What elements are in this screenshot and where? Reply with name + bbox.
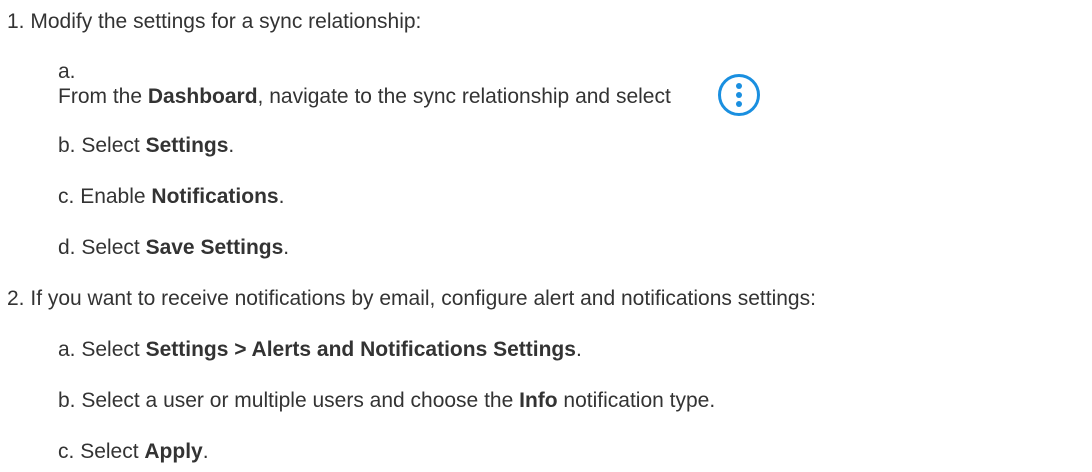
step-2c: c. Select Apply. bbox=[58, 440, 209, 464]
step-1d-pre: Select bbox=[81, 236, 146, 259]
step-1c-pre: Enable bbox=[80, 185, 152, 208]
step-1b-bold: Settings bbox=[145, 134, 229, 157]
step-2c-pre: Select bbox=[80, 440, 145, 463]
substep-marker: a. bbox=[58, 60, 76, 83]
step-2b: b. Select a user or multiple users and c… bbox=[58, 389, 715, 413]
step-2c-bold: Apply bbox=[144, 440, 203, 463]
step-2a: a. Select Settings > Alerts and Notifica… bbox=[58, 338, 582, 362]
step-2-text: If you want to receive notifications by … bbox=[30, 287, 816, 310]
step-1d: d. Select Save Settings. bbox=[58, 236, 289, 260]
substep-marker: c. bbox=[58, 440, 75, 463]
substep-marker: b. bbox=[58, 389, 76, 412]
substep-marker: b. bbox=[58, 134, 76, 157]
step-2a-pre: Select bbox=[81, 338, 146, 361]
step-1c-bold: Notifications bbox=[151, 185, 279, 208]
step-1-text: Modify the settings for a sync relations… bbox=[30, 10, 422, 33]
step-2a-post: . bbox=[575, 338, 582, 361]
step-1a-marker: a. bbox=[58, 60, 76, 84]
step-2c-post: . bbox=[202, 440, 209, 463]
step-2b-pre: Select a user or multiple users and choo… bbox=[81, 389, 520, 412]
step-1d-post: . bbox=[283, 236, 290, 259]
substep-marker: a. bbox=[58, 338, 76, 361]
step-1d-bold: Save Settings bbox=[145, 236, 284, 259]
substep-marker: c. bbox=[58, 185, 75, 208]
step-2: 2. If you want to receive notifications … bbox=[7, 287, 816, 311]
step-1: 1. Modify the settings for a sync relati… bbox=[7, 10, 421, 34]
step-1-marker: 1. bbox=[7, 10, 25, 33]
step-1a-pre: From the bbox=[58, 85, 148, 108]
step-2b-post: notification type. bbox=[557, 389, 716, 412]
step-1a-post: , navigate to the sync relationship and … bbox=[257, 85, 671, 108]
step-1a: From the Dashboard, navigate to the sync… bbox=[58, 85, 671, 109]
step-2-marker: 2. bbox=[7, 287, 25, 310]
more-options-icon bbox=[718, 74, 760, 116]
step-1b: b. Select Settings. bbox=[58, 134, 234, 158]
step-1c-post: . bbox=[278, 185, 285, 208]
step-1b-pre: Select bbox=[81, 134, 146, 157]
substep-marker: d. bbox=[58, 236, 76, 259]
step-1a-bold: Dashboard bbox=[147, 85, 258, 108]
step-1b-post: . bbox=[228, 134, 235, 157]
step-2a-bold: Settings > Alerts and Notifications Sett… bbox=[145, 338, 576, 361]
step-1c: c. Enable Notifications. bbox=[58, 185, 284, 209]
step-2b-bold: Info bbox=[519, 389, 558, 412]
